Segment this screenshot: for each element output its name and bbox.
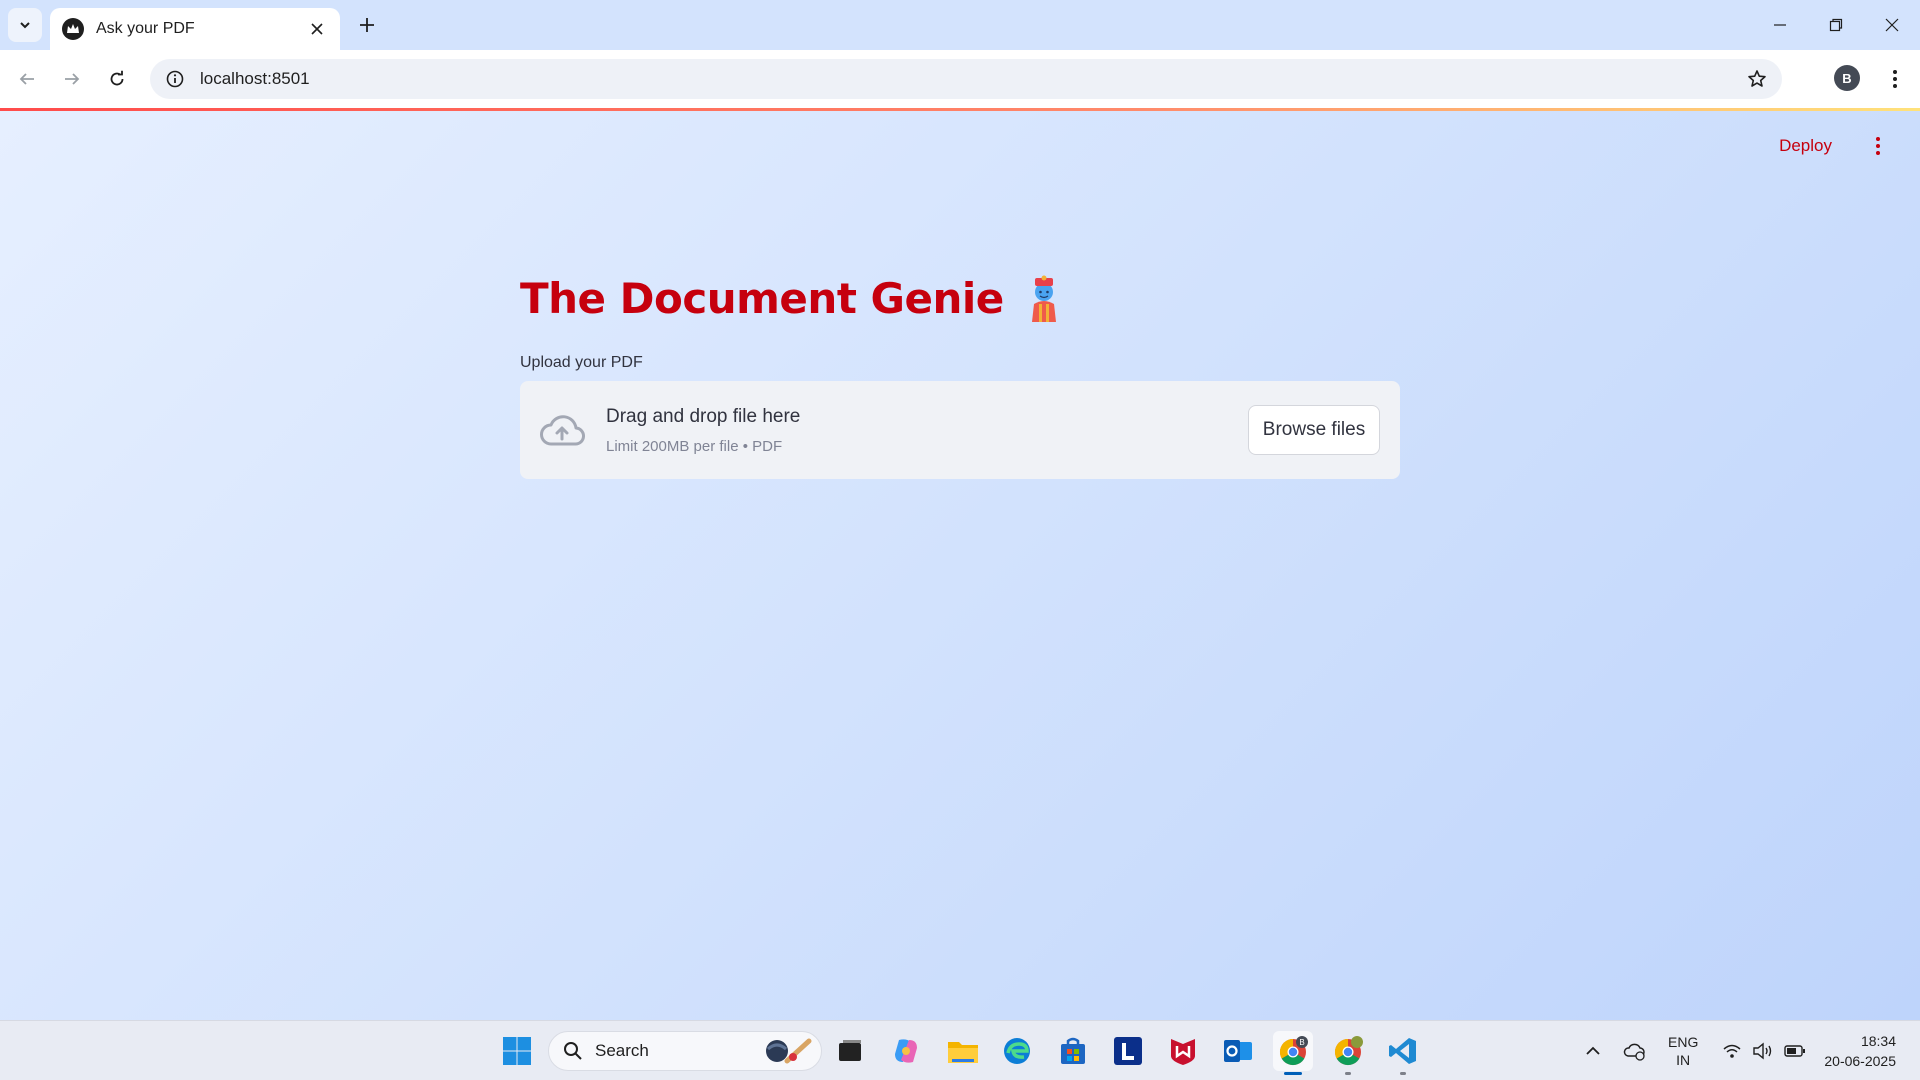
clock-date: 20-06-2025: [1824, 1053, 1896, 1069]
kebab-menu-icon: [1893, 70, 1897, 88]
file-dropzone[interactable]: Drag and drop file here Limit 200MB per …: [520, 381, 1400, 479]
taskbar-microsoft-store[interactable]: [1053, 1031, 1093, 1071]
taskbar-mcafee[interactable]: [1163, 1031, 1203, 1071]
forward-arrow-icon: [65, 73, 80, 85]
app-header: Deploy: [1779, 111, 1920, 181]
chrome-profile-b-icon: B: [1279, 1036, 1308, 1066]
quick-settings-button[interactable]: [1722, 1042, 1806, 1060]
taskbar-copilot[interactable]: [886, 1031, 926, 1071]
onedrive-sync-button[interactable]: [1620, 1036, 1650, 1066]
browser-tab-strip: Ask your PDF: [0, 0, 1920, 50]
chrome-icon: [1334, 1036, 1363, 1066]
close-tab-icon[interactable]: [306, 18, 328, 40]
onedrive-sync-icon: [1623, 1043, 1645, 1061]
start-button[interactable]: [497, 1031, 537, 1071]
system-tray: ENG IN: [1578, 1021, 1806, 1080]
running-indicator: [1345, 1072, 1351, 1075]
taskbar-l-app[interactable]: [1108, 1031, 1148, 1071]
taskbar-search[interactable]: Search: [548, 1031, 822, 1071]
battery-icon: [1784, 1045, 1806, 1057]
close-icon: [1885, 18, 1899, 32]
browser-tab-active[interactable]: Ask your PDF: [50, 8, 340, 50]
taskbar-clock[interactable]: 18:34 20-06-2025: [1824, 1031, 1896, 1071]
tab-title: Ask your PDF: [96, 20, 195, 37]
streamlit-crown-icon: [62, 18, 84, 40]
wifi-icon: [1723, 1044, 1741, 1058]
search-placeholder: Search: [595, 1041, 649, 1060]
title-row: The Document Genie: [520, 266, 1400, 330]
kebab-menu-icon: [1876, 137, 1880, 155]
taskbar-task-view[interactable]: [830, 1031, 870, 1071]
running-indicator: [1400, 1072, 1406, 1075]
clock-time: 18:34: [1860, 1033, 1896, 1049]
site-info-icon[interactable]: [164, 68, 186, 90]
language-code: ENG: [1668, 1034, 1699, 1050]
chevron-up-icon: [1586, 1046, 1600, 1055]
new-tab-button[interactable]: [352, 10, 382, 40]
back-button[interactable]: [10, 62, 44, 96]
svg-text:B: B: [1299, 1038, 1304, 1047]
running-indicator: [1284, 1072, 1302, 1075]
taskbar-vscode[interactable]: [1383, 1031, 1423, 1075]
url-text[interactable]: localhost:8501: [200, 69, 1740, 89]
windows-taskbar: Search B ENG IN 18:34 20-06-2025: [0, 1020, 1920, 1080]
windows-start-icon: [503, 1037, 531, 1065]
page-title: The Document Genie: [520, 273, 1004, 323]
l-app-icon: [1114, 1037, 1142, 1065]
upload-label: Upload your PDF: [520, 354, 643, 371]
reload-button[interactable]: [100, 62, 134, 96]
app-main-menu-button[interactable]: [1868, 131, 1888, 161]
close-window-button[interactable]: [1864, 0, 1920, 50]
restore-icon: [1829, 18, 1843, 32]
main-content: The Document Genie Upload your PDF Drag …: [520, 266, 1400, 479]
language-indicator[interactable]: ENG IN: [1668, 1033, 1698, 1069]
search-icon: [564, 1042, 582, 1060]
reload-icon: [110, 70, 124, 86]
chevron-down-icon: [20, 22, 30, 29]
microsoft-store-icon: [1061, 1037, 1085, 1064]
vscode-icon: [1389, 1038, 1416, 1064]
edge-icon: [1004, 1038, 1030, 1064]
cloud-upload-icon: [538, 410, 586, 450]
minimize-icon: [1774, 24, 1786, 26]
profile-avatar[interactable]: B: [1834, 65, 1860, 91]
browse-files-button[interactable]: Browse files: [1248, 405, 1380, 455]
volume-icon: [1753, 1042, 1772, 1060]
show-hidden-icons-button[interactable]: [1578, 1036, 1608, 1066]
copilot-icon: [895, 1039, 917, 1063]
window-controls: [1752, 0, 1920, 50]
file-explorer-icon: [948, 1042, 978, 1063]
dropzone-limit: Limit 200MB per file • PDF: [606, 437, 783, 455]
genie-emoji-icon: [1031, 275, 1056, 322]
plus-icon: [360, 18, 374, 32]
taskbar-edge[interactable]: [997, 1031, 1037, 1071]
app-viewport: Deploy The Document Genie Upload your PD…: [0, 111, 1920, 1020]
taskbar-file-explorer[interactable]: [943, 1031, 983, 1071]
task-view-icon: [839, 1040, 861, 1061]
browser-toolbar: localhost:8501 B: [0, 50, 1920, 108]
taskbar-outlook[interactable]: [1218, 1031, 1258, 1071]
outlook-icon: [1224, 1040, 1252, 1062]
mcafee-icon: [1171, 1039, 1195, 1065]
dropzone-instructions: Drag and drop file here Limit 200MB per …: [606, 406, 1248, 455]
restore-button[interactable]: [1808, 0, 1864, 50]
search-highlight-cricket-icon: [766, 1038, 812, 1064]
browser-menu-button[interactable]: [1878, 62, 1912, 96]
dropzone-title: Drag and drop file here: [606, 405, 801, 427]
minimize-button[interactable]: [1752, 0, 1808, 50]
forward-button[interactable]: [55, 62, 89, 96]
bookmark-star-icon[interactable]: [1740, 62, 1774, 96]
address-bar[interactable]: localhost:8501: [150, 59, 1782, 99]
deploy-button[interactable]: Deploy: [1779, 136, 1832, 156]
taskbar-chrome-second[interactable]: [1328, 1031, 1368, 1075]
taskbar-chrome-active[interactable]: B: [1273, 1031, 1313, 1075]
back-arrow-icon: [19, 73, 34, 85]
tab-search-button[interactable]: [8, 8, 42, 42]
language-region: IN: [1676, 1052, 1691, 1068]
